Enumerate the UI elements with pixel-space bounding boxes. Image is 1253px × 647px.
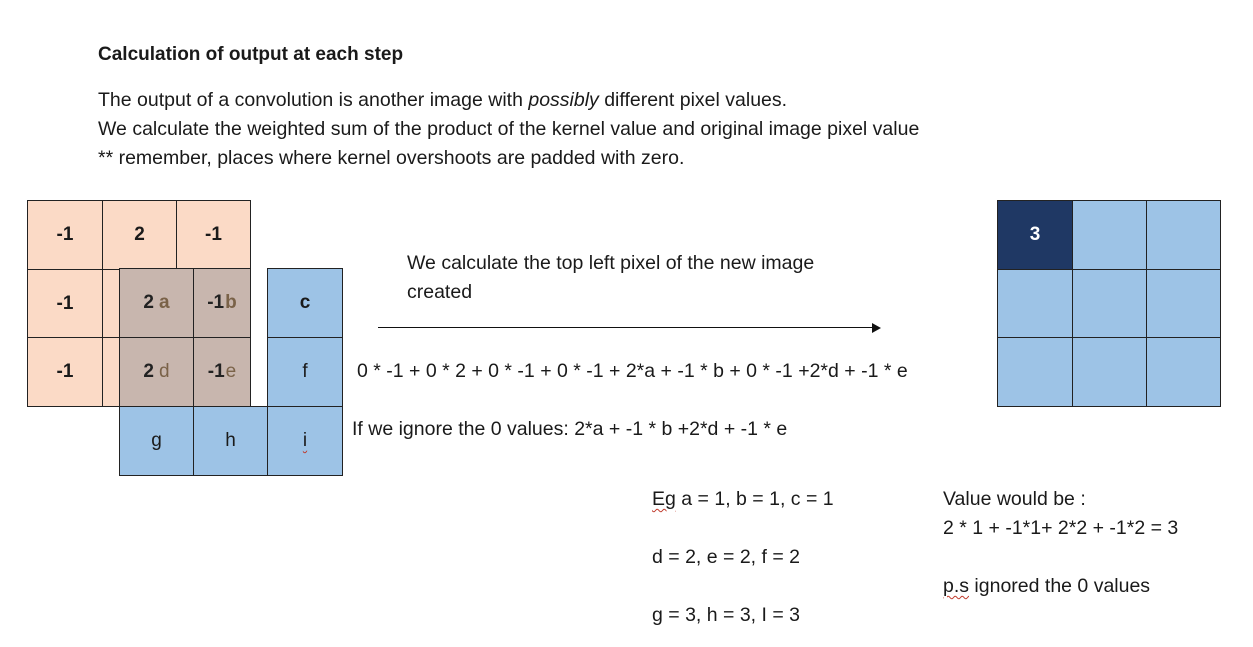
output-cell-2-1	[1072, 337, 1147, 407]
overlap-cell-b: -1 b	[193, 268, 251, 338]
kernel-cell-0-2: -1	[176, 200, 251, 270]
output-cell-1-2	[1146, 269, 1221, 338]
result-note: p.s ignored the 0 values	[943, 575, 1151, 597]
output-cell-1-0	[997, 269, 1073, 338]
intro-line-1: The output of a convolution is another i…	[98, 89, 788, 111]
arrow-head-icon	[872, 323, 881, 333]
full-formula: 0 * -1 + 0 * 2 + 0 * -1 + 0 * -1 + 2*a +…	[357, 360, 908, 382]
intro-text: The output of a convolution is another i…	[98, 86, 919, 173]
overlap-cell-d: 2d	[119, 337, 194, 407]
arrow-line	[378, 327, 874, 328]
kernel-cell-0-0: -1	[27, 200, 103, 270]
ignore-zero-formula: If we ignore the 0 values: 2*a + -1 * b …	[352, 418, 788, 440]
image-cell-i: i	[267, 406, 343, 476]
result-label: Value would be :	[943, 488, 1086, 510]
page-title: Calculation of output at each step	[98, 44, 404, 65]
example-line-2: d = 2, e = 2, f = 2	[652, 546, 800, 568]
image-cell-h: h	[193, 406, 268, 476]
overlap-cell-e: -1 e	[193, 337, 251, 407]
arrow-caption: We calculate the top left pixel of the n…	[407, 252, 815, 303]
output-cell-1-1	[1072, 269, 1147, 338]
output-cell-0-1	[1072, 200, 1147, 270]
image-cell-f: f	[267, 337, 343, 407]
result-formula: 2 * 1 + -1*1+ 2*2 + -1*2 = 3	[943, 517, 1179, 539]
overlap-cell-a: 2a	[119, 268, 194, 338]
intro-line-2: We calculate the weighted sum of the pro…	[98, 118, 920, 140]
kernel-cell-0-1: 2	[102, 200, 177, 270]
kernel-cell-2-0: -1	[27, 337, 103, 407]
image-cell-c: c	[267, 268, 343, 338]
kernel-cell-1-0: -1	[27, 269, 103, 338]
output-cell-0-2	[1146, 200, 1221, 270]
example-line-1: Eg a = 1, b = 1, c = 1	[652, 488, 834, 510]
image-cell-g: g	[119, 406, 194, 476]
output-cell-0-0: 3	[997, 200, 1073, 270]
example-line-3: g = 3, h = 3, I = 3	[652, 604, 800, 626]
output-cell-2-2	[1146, 337, 1221, 407]
intro-line-3: ** remember, places where kernel oversho…	[98, 147, 685, 169]
output-cell-2-0	[997, 337, 1073, 407]
